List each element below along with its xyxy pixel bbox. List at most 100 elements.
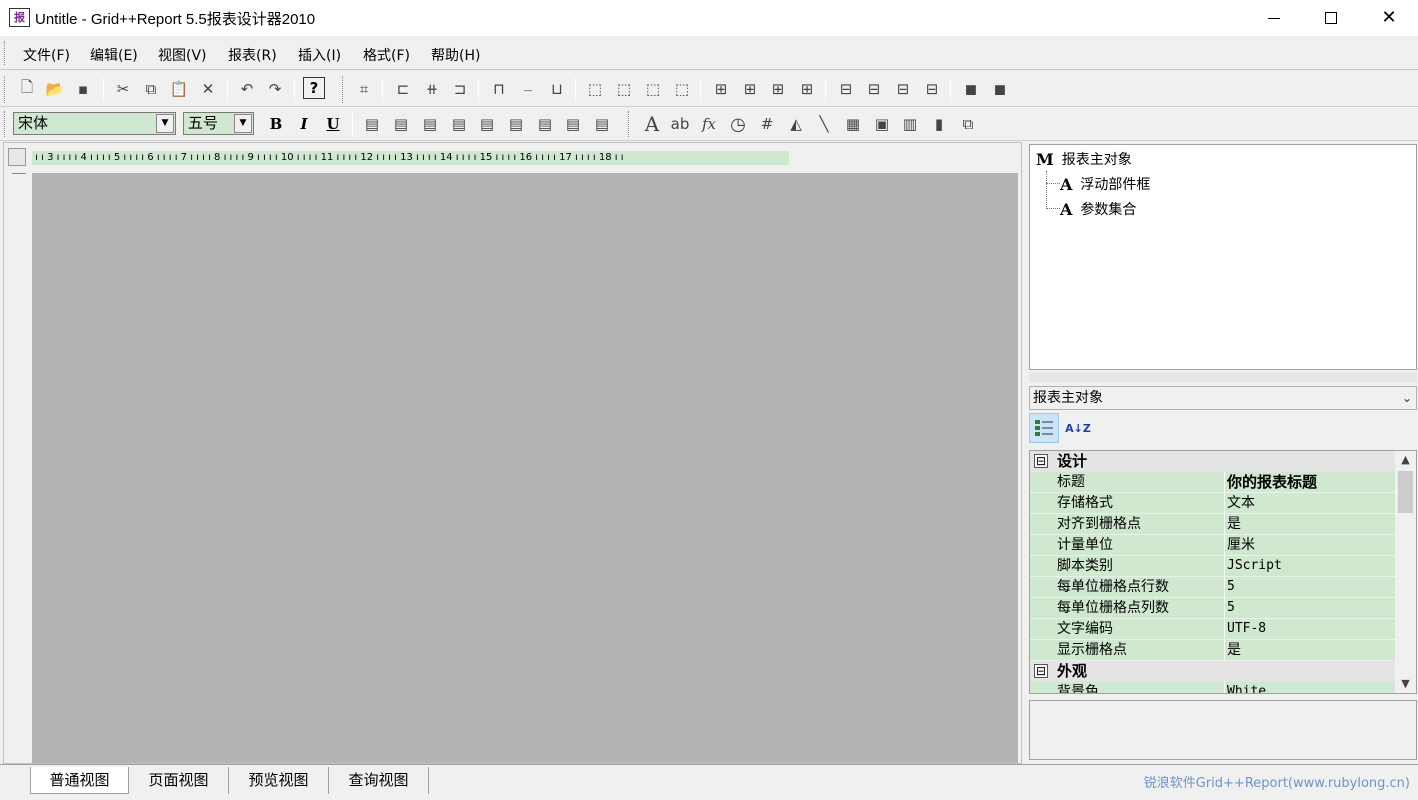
menubar-grip[interactable] <box>4 41 7 65</box>
app-icon[interactable]: 报 <box>9 8 30 27</box>
menu-format[interactable]: 格式(F) <box>363 45 410 65</box>
tab-normal-view[interactable]: 普通视图 <box>30 767 129 794</box>
hspace-decrease-button[interactable]: ⊞ <box>766 77 790 101</box>
scroll-up-icon[interactable]: ▲ <box>1395 451 1416 469</box>
insert-shape-button[interactable]: ◭ <box>784 112 808 136</box>
hspace-equal-button[interactable]: ⊞ <box>709 77 733 101</box>
text-align-bottom-center-button[interactable]: ▤ <box>504 112 528 136</box>
close-button[interactable]: ✕ <box>1360 0 1418 36</box>
menu-file[interactable]: 文件(F) <box>23 45 70 65</box>
align-center-button[interactable]: ⧺ <box>420 77 444 101</box>
property-value[interactable]: JScript <box>1227 556 1282 576</box>
property-row[interactable]: 对齐到栅格点 是 <box>1030 514 1395 535</box>
toolbar-insert-grip[interactable] <box>628 111 631 137</box>
insert-static-text-button[interactable]: A <box>640 112 664 136</box>
alphabetical-sort-button[interactable]: A↓Z <box>1063 413 1093 443</box>
property-value[interactable]: 文本 <box>1227 493 1255 513</box>
insert-picture-button[interactable]: ▣ <box>870 112 894 136</box>
minimize-button[interactable] <box>1245 0 1303 36</box>
text-align-top-center-button[interactable]: ▤ <box>447 112 471 136</box>
tree-node-parameters[interactable]: A 参数集合 <box>1060 199 1136 219</box>
text-align-bottom-right-button[interactable]: ▤ <box>590 112 614 136</box>
insert-datetime-button[interactable]: ◷ <box>726 112 750 136</box>
object-selector[interactable]: 报表主对象 ⌄ <box>1029 386 1417 410</box>
bring-to-grid-button[interactable]: ⌗ <box>352 77 376 101</box>
undo-button[interactable]: ↶ <box>235 77 259 101</box>
copy-button[interactable]: ⧉ <box>139 77 163 101</box>
property-row[interactable]: 背景色 White <box>1030 682 1395 693</box>
chevron-down-icon[interactable]: ▼ <box>234 114 252 133</box>
maximize-button[interactable] <box>1302 0 1360 36</box>
property-row[interactable]: 存储格式 文本 <box>1030 493 1395 514</box>
property-row[interactable]: 每单位栅格点行数 5 <box>1030 577 1395 598</box>
property-value[interactable]: UTF-8 <box>1227 619 1266 639</box>
align-right-button[interactable]: ⊐ <box>448 77 472 101</box>
bold-button[interactable]: B <box>264 112 288 136</box>
delete-button[interactable]: ✕ <box>196 77 220 101</box>
menu-edit[interactable]: 编辑(E) <box>90 45 138 65</box>
hspace-remove-button[interactable]: ⊞ <box>795 77 819 101</box>
menu-report[interactable]: 报表(R) <box>228 45 277 65</box>
category-row-design[interactable]: ⊟ 设计 <box>1030 451 1395 472</box>
toolbar2-grip[interactable] <box>4 111 7 137</box>
tree-node-root[interactable]: M 报表主对象 <box>1036 149 1132 169</box>
property-value[interactable]: 厘米 <box>1227 535 1255 555</box>
insert-sub-report-button[interactable]: ⧉ <box>956 112 980 136</box>
vspace-equal-button[interactable]: ⊟ <box>834 77 858 101</box>
property-value[interactable]: 是 <box>1227 514 1241 534</box>
scrollbar-thumb[interactable] <box>1398 471 1413 513</box>
property-value[interactable]: 5 <box>1227 577 1235 597</box>
new-file-button[interactable]: 🗋 <box>15 77 39 101</box>
toolbar-layout-grip[interactable] <box>342 76 345 103</box>
font-name-select[interactable]: 宋体 ▼ <box>13 112 176 135</box>
property-row[interactable]: 文字编码 UTF-8 <box>1030 619 1395 640</box>
insert-barcode-button[interactable]: ▮ <box>927 112 951 136</box>
cut-button[interactable]: ✂ <box>111 77 135 101</box>
bring-to-front-button[interactable]: ◼ <box>959 77 983 101</box>
text-align-middle-center-button[interactable]: ▤ <box>475 112 499 136</box>
size-to-grid-button[interactable]: ⬚ <box>670 77 694 101</box>
property-value[interactable]: 5 <box>1227 598 1235 618</box>
insert-chart-button[interactable]: ▥ <box>898 112 922 136</box>
toolbar1-grip[interactable] <box>4 76 7 103</box>
tree-node-floating-controls[interactable]: A 浮动部件框 <box>1060 174 1150 194</box>
design-canvas[interactable] <box>32 173 1018 763</box>
insert-formula-button[interactable]: fx <box>697 112 721 136</box>
insert-line-button[interactable]: ╲ <box>812 112 836 136</box>
align-middle-button[interactable]: ⧿ <box>516 77 540 101</box>
property-row[interactable]: 显示栅格点 是 <box>1030 640 1395 661</box>
insert-page-number-button[interactable]: # <box>755 112 779 136</box>
tab-page-view[interactable]: 页面视图 <box>129 767 229 794</box>
menu-view[interactable]: 视图(V) <box>158 45 207 65</box>
hspace-increase-button[interactable]: ⊞ <box>738 77 762 101</box>
insert-field-box-button[interactable]: ab <box>668 112 692 136</box>
insert-rich-text-button[interactable]: ▦ <box>841 112 865 136</box>
text-align-top-right-button[interactable]: ▤ <box>533 112 557 136</box>
underline-button[interactable]: U <box>321 112 345 136</box>
vspace-decrease-button[interactable]: ⊟ <box>891 77 915 101</box>
italic-button[interactable]: I <box>292 112 316 136</box>
ruler-corner[interactable] <box>8 148 26 166</box>
collapse-icon[interactable]: ⊟ <box>1034 454 1048 468</box>
menu-insert[interactable]: 插入(I) <box>298 45 341 65</box>
property-row[interactable]: 脚本类别 JScript <box>1030 556 1395 577</box>
property-row[interactable]: 计量单位 厘米 <box>1030 535 1395 556</box>
text-align-bottom-left-button[interactable]: ▤ <box>418 112 442 136</box>
property-grid-scrollbar[interactable]: ▲ ▼ <box>1395 451 1416 693</box>
save-button[interactable]: ▪ <box>71 77 95 101</box>
menu-help[interactable]: 帮助(H) <box>431 45 480 65</box>
categorized-view-button[interactable] <box>1029 413 1059 443</box>
tab-preview-view[interactable]: 预览视图 <box>229 767 329 794</box>
property-value[interactable]: 你的报表标题 <box>1227 472 1317 492</box>
same-width-button[interactable]: ⬚ <box>583 77 607 101</box>
redo-button[interactable]: ↷ <box>263 77 287 101</box>
text-align-top-left-button[interactable]: ▤ <box>360 112 384 136</box>
collapse-icon[interactable]: ⊟ <box>1034 664 1048 678</box>
vspace-remove-button[interactable]: ⊟ <box>920 77 944 101</box>
help-button[interactable]: ? <box>303 77 325 99</box>
panel-splitter[interactable] <box>1029 372 1417 382</box>
same-size-button[interactable]: ⬚ <box>641 77 665 101</box>
same-height-button[interactable]: ⬚ <box>612 77 636 101</box>
vspace-increase-button[interactable]: ⊟ <box>862 77 886 101</box>
align-left-button[interactable]: ⊏ <box>391 77 415 101</box>
